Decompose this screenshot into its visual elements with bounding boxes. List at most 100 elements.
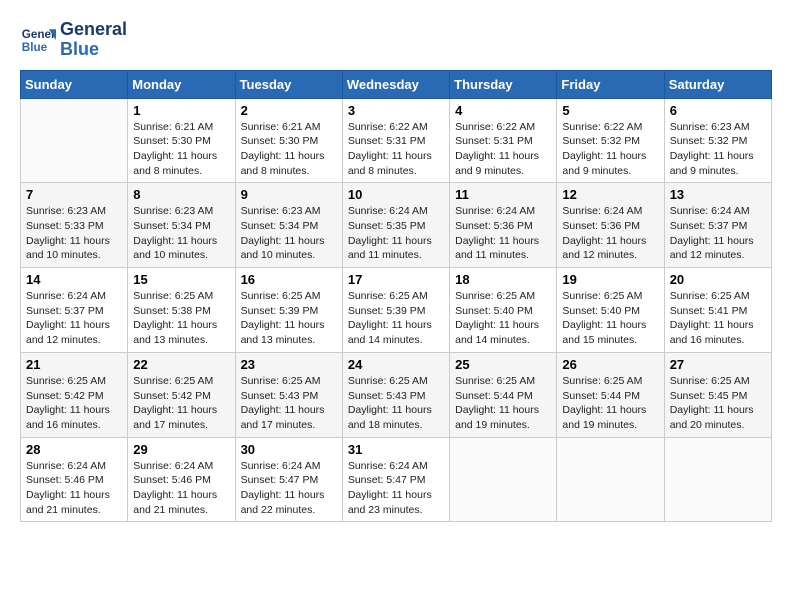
day-content: Sunrise: 6:24 AM Sunset: 5:46 PM Dayligh…	[133, 459, 229, 518]
calendar-week-4: 21 Sunrise: 6:25 AM Sunset: 5:42 PM Dayli…	[21, 352, 772, 437]
calendar-cell: 31 Sunrise: 6:24 AM Sunset: 5:47 PM Dayli…	[342, 437, 449, 522]
calendar-cell: 4 Sunrise: 6:22 AM Sunset: 5:31 PM Daylig…	[450, 98, 557, 183]
calendar-cell: 18 Sunrise: 6:25 AM Sunset: 5:40 PM Dayli…	[450, 268, 557, 353]
day-content: Sunrise: 6:23 AM Sunset: 5:34 PM Dayligh…	[133, 204, 229, 263]
calendar-header-monday: Monday	[128, 70, 235, 98]
day-number: 13	[670, 187, 766, 202]
calendar-cell: 10Sunrise: 6:24 AM Sunset: 5:35 PM Dayli…	[342, 183, 449, 268]
day-content: Sunrise: 6:25 AM Sunset: 5:39 PM Dayligh…	[241, 289, 337, 348]
calendar-week-1: 1 Sunrise: 6:21 AM Sunset: 5:30 PM Daylig…	[21, 98, 772, 183]
day-number: 5	[562, 103, 658, 118]
day-content: Sunrise: 6:24 AM Sunset: 5:37 PM Dayligh…	[670, 204, 766, 263]
calendar-header-row: SundayMondayTuesdayWednesdayThursdayFrid…	[21, 70, 772, 98]
day-number: 11	[455, 187, 551, 202]
calendar-cell: 25 Sunrise: 6:25 AM Sunset: 5:44 PM Dayli…	[450, 352, 557, 437]
day-content: Sunrise: 6:24 AM Sunset: 5:37 PM Dayligh…	[26, 289, 122, 348]
day-number: 21	[26, 357, 122, 372]
day-content: Sunrise: 6:22 AM Sunset: 5:31 PM Dayligh…	[348, 120, 444, 179]
calendar-cell: 20Sunrise: 6:25 AM Sunset: 5:41 PM Dayli…	[664, 268, 771, 353]
calendar-cell: 13 Sunrise: 6:24 AM Sunset: 5:37 PM Dayli…	[664, 183, 771, 268]
calendar-cell: 16 Sunrise: 6:25 AM Sunset: 5:39 PM Dayli…	[235, 268, 342, 353]
calendar-cell: 26 Sunrise: 6:25 AM Sunset: 5:44 PM Dayli…	[557, 352, 664, 437]
day-content: Sunrise: 6:25 AM Sunset: 5:44 PM Dayligh…	[455, 374, 551, 433]
calendar-cell: 2 Sunrise: 6:21 AM Sunset: 5:30 PM Daylig…	[235, 98, 342, 183]
day-number: 16	[241, 272, 337, 287]
day-number: 8	[133, 187, 229, 202]
day-content: Sunrise: 6:23 AM Sunset: 5:34 PM Dayligh…	[241, 204, 337, 263]
calendar-cell: 12 Sunrise: 6:24 AM Sunset: 5:36 PM Dayli…	[557, 183, 664, 268]
day-content: Sunrise: 6:24 AM Sunset: 5:47 PM Dayligh…	[348, 459, 444, 518]
day-content: Sunrise: 6:24 AM Sunset: 5:35 PM Dayligh…	[348, 204, 444, 263]
day-content: Sunrise: 6:25 AM Sunset: 5:43 PM Dayligh…	[348, 374, 444, 433]
calendar-cell: 29Sunrise: 6:24 AM Sunset: 5:46 PM Dayli…	[128, 437, 235, 522]
day-number: 17	[348, 272, 444, 287]
calendar-cell	[21, 98, 128, 183]
day-number: 1	[133, 103, 229, 118]
day-content: Sunrise: 6:21 AM Sunset: 5:30 PM Dayligh…	[133, 120, 229, 179]
calendar-cell: 19 Sunrise: 6:25 AM Sunset: 5:40 PM Dayli…	[557, 268, 664, 353]
day-content: Sunrise: 6:25 AM Sunset: 5:42 PM Dayligh…	[133, 374, 229, 433]
day-content: Sunrise: 6:24 AM Sunset: 5:47 PM Dayligh…	[241, 459, 337, 518]
day-content: Sunrise: 6:25 AM Sunset: 5:38 PM Dayligh…	[133, 289, 229, 348]
calendar-cell	[450, 437, 557, 522]
calendar-header-thursday: Thursday	[450, 70, 557, 98]
day-content: Sunrise: 6:23 AM Sunset: 5:33 PM Dayligh…	[26, 204, 122, 263]
svg-text:Blue: Blue	[22, 41, 48, 54]
day-number: 4	[455, 103, 551, 118]
logo-blue: Blue	[60, 40, 127, 60]
day-number: 3	[348, 103, 444, 118]
day-number: 2	[241, 103, 337, 118]
calendar-cell: 15Sunrise: 6:25 AM Sunset: 5:38 PM Dayli…	[128, 268, 235, 353]
day-content: Sunrise: 6:25 AM Sunset: 5:45 PM Dayligh…	[670, 374, 766, 433]
calendar-week-3: 14 Sunrise: 6:24 AM Sunset: 5:37 PM Dayli…	[21, 268, 772, 353]
day-number: 20	[670, 272, 766, 287]
day-content: Sunrise: 6:25 AM Sunset: 5:40 PM Dayligh…	[455, 289, 551, 348]
calendar-cell: 5 Sunrise: 6:22 AM Sunset: 5:32 PM Daylig…	[557, 98, 664, 183]
calendar-cell: 17 Sunrise: 6:25 AM Sunset: 5:39 PM Dayli…	[342, 268, 449, 353]
calendar-week-2: 7 Sunrise: 6:23 AM Sunset: 5:33 PM Daylig…	[21, 183, 772, 268]
calendar-cell: 21 Sunrise: 6:25 AM Sunset: 5:42 PM Dayli…	[21, 352, 128, 437]
logo: General Blue General Blue	[20, 20, 127, 60]
day-number: 12	[562, 187, 658, 202]
day-content: Sunrise: 6:24 AM Sunset: 5:36 PM Dayligh…	[562, 204, 658, 263]
day-number: 31	[348, 442, 444, 457]
logo-general: General	[60, 20, 127, 40]
day-content: Sunrise: 6:25 AM Sunset: 5:42 PM Dayligh…	[26, 374, 122, 433]
calendar-cell: 7 Sunrise: 6:23 AM Sunset: 5:33 PM Daylig…	[21, 183, 128, 268]
calendar-header-saturday: Saturday	[664, 70, 771, 98]
day-number: 14	[26, 272, 122, 287]
day-number: 28	[26, 442, 122, 457]
day-number: 23	[241, 357, 337, 372]
day-content: Sunrise: 6:23 AM Sunset: 5:32 PM Dayligh…	[670, 120, 766, 179]
calendar-week-5: 28 Sunrise: 6:24 AM Sunset: 5:46 PM Dayli…	[21, 437, 772, 522]
day-content: Sunrise: 6:21 AM Sunset: 5:30 PM Dayligh…	[241, 120, 337, 179]
day-content: Sunrise: 6:22 AM Sunset: 5:31 PM Dayligh…	[455, 120, 551, 179]
calendar-header-friday: Friday	[557, 70, 664, 98]
calendar-cell	[664, 437, 771, 522]
calendar-cell: 1 Sunrise: 6:21 AM Sunset: 5:30 PM Daylig…	[128, 98, 235, 183]
calendar-cell: 24Sunrise: 6:25 AM Sunset: 5:43 PM Dayli…	[342, 352, 449, 437]
day-content: Sunrise: 6:25 AM Sunset: 5:40 PM Dayligh…	[562, 289, 658, 348]
day-content: Sunrise: 6:25 AM Sunset: 5:44 PM Dayligh…	[562, 374, 658, 433]
day-number: 22	[133, 357, 229, 372]
day-number: 30	[241, 442, 337, 457]
calendar-table: SundayMondayTuesdayWednesdayThursdayFrid…	[20, 70, 772, 523]
day-number: 19	[562, 272, 658, 287]
calendar-cell: 30 Sunrise: 6:24 AM Sunset: 5:47 PM Dayli…	[235, 437, 342, 522]
calendar-cell: 9 Sunrise: 6:23 AM Sunset: 5:34 PM Daylig…	[235, 183, 342, 268]
day-content: Sunrise: 6:22 AM Sunset: 5:32 PM Dayligh…	[562, 120, 658, 179]
calendar-header-sunday: Sunday	[21, 70, 128, 98]
day-content: Sunrise: 6:24 AM Sunset: 5:46 PM Dayligh…	[26, 459, 122, 518]
calendar-cell: 6Sunrise: 6:23 AM Sunset: 5:32 PM Daylig…	[664, 98, 771, 183]
day-number: 18	[455, 272, 551, 287]
calendar-cell: 22 Sunrise: 6:25 AM Sunset: 5:42 PM Dayli…	[128, 352, 235, 437]
day-content: Sunrise: 6:25 AM Sunset: 5:39 PM Dayligh…	[348, 289, 444, 348]
calendar-cell: 23Sunrise: 6:25 AM Sunset: 5:43 PM Dayli…	[235, 352, 342, 437]
day-number: 26	[562, 357, 658, 372]
calendar-cell	[557, 437, 664, 522]
day-number: 25	[455, 357, 551, 372]
day-number: 7	[26, 187, 122, 202]
calendar-cell: 11Sunrise: 6:24 AM Sunset: 5:36 PM Dayli…	[450, 183, 557, 268]
logo-icon: General Blue	[20, 22, 56, 58]
day-number: 9	[241, 187, 337, 202]
